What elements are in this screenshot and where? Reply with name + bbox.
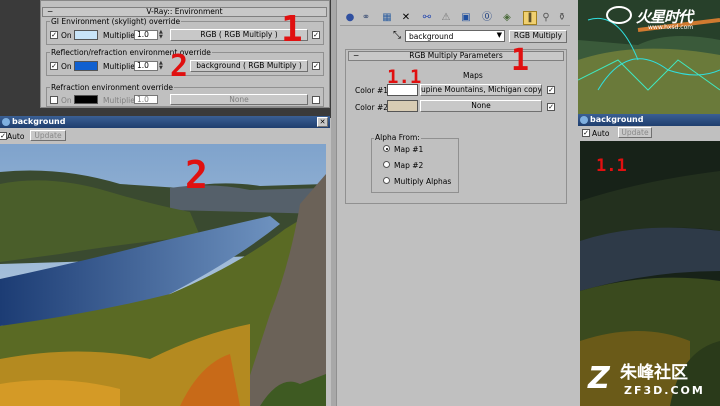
hxsd-url: www.hxsd.com [648, 24, 694, 31]
refraction-group-label: Refraction environment override [50, 83, 174, 92]
app-icon [2, 118, 10, 126]
annotation-mark-1-right: 1 [511, 43, 530, 78]
color2-map-button[interactable]: None [420, 100, 542, 112]
app-icon [580, 116, 588, 124]
alpha-option-1: Map #1 [394, 145, 424, 154]
right-auto-checkbox[interactable]: ✓ [582, 129, 590, 137]
pick-material-icon[interactable]: ⤡ [391, 30, 403, 42]
refraction-multiplier-input[interactable]: 1.0 [134, 95, 158, 104]
color1-label: Color #1: [355, 86, 391, 95]
put-to-scene-icon[interactable]: ⚭ [360, 12, 372, 24]
color2-label: Color #2: [355, 103, 391, 112]
make-unique-icon[interactable]: ⚠ [440, 12, 452, 24]
viewport-3d[interactable]: 火星时代 www.hxsd.com [578, 0, 720, 114]
reflection-multiplier-input[interactable]: 1.0 [134, 61, 158, 71]
alpha-multiply-radio[interactable] [383, 177, 390, 184]
zf3d-logo-text: 朱峰社区 [620, 363, 688, 383]
watermark-hxsd-logo: 火星时代 www.hxsd.com [606, 4, 716, 32]
gi-color-swatch[interactable] [74, 30, 98, 40]
landscape-image [0, 144, 326, 406]
right-viewer-title: background [590, 115, 644, 124]
reflection-map-checkbox[interactable]: ✓ [312, 62, 320, 70]
zf3d-z-emblem: Z [588, 361, 610, 396]
show-end-result-icon[interactable]: ‖ [523, 11, 537, 25]
gi-on-checkbox[interactable]: ✓ [50, 31, 58, 39]
annotation-mark-1-top: 1 [281, 9, 303, 50]
maps-label: Maps [463, 71, 483, 80]
annotation-mark-2-image: 2 [185, 153, 208, 197]
right-viewer-titlebar: background [578, 114, 720, 126]
right-auto-label: Auto [592, 129, 610, 138]
rollup-title: V-Ray:: Environment [146, 7, 223, 16]
collapse-icon: − [47, 7, 54, 16]
refraction-on-label: On [61, 96, 72, 105]
show-map-icon[interactable]: ◈ [501, 12, 513, 24]
put-to-library-icon[interactable]: ▣ [460, 12, 472, 24]
color2-map-checkbox[interactable]: ✓ [547, 103, 555, 111]
go-to-parent-icon[interactable]: ⚲ [540, 12, 552, 24]
alpha-map2-radio[interactable] [383, 161, 390, 168]
chevron-down-icon: ▼ [496, 31, 502, 39]
color2-swatch[interactable] [387, 100, 418, 112]
reflection-color-swatch[interactable] [74, 61, 98, 71]
zf3d-url: ZF3D.COM [624, 384, 705, 397]
refraction-map-button[interactable]: None [170, 94, 308, 105]
get-material-icon[interactable]: ● [344, 12, 356, 24]
watermark-zf3d: Z 朱峰社区 ZF3D.COM [588, 360, 718, 404]
editor-scrollbar[interactable] [331, 0, 336, 406]
go-forward-icon[interactable]: ⚱ [556, 12, 568, 24]
left-viewer-titlebar: background [0, 116, 330, 128]
left-auto-label: Auto [7, 132, 25, 141]
params-title: RGB Multiply Parameters [409, 51, 503, 60]
annotation-mark-11-viewer: 1.1 [596, 156, 627, 176]
close-button[interactable]: ✕ [317, 117, 328, 127]
collapse-icon: − [353, 51, 360, 60]
gi-on-label: On [61, 31, 72, 40]
reflection-on-label: On [61, 62, 72, 71]
refraction-on-checkbox[interactable] [50, 96, 58, 104]
gi-multiplier-input[interactable]: 1.0 [134, 30, 158, 40]
annotation-mark-2-mid: 2 [170, 49, 189, 84]
landscape-image-drawing [0, 144, 326, 406]
gi-multiplier-spinner[interactable]: ▲ ▼ [159, 30, 164, 40]
map-type-button[interactable]: RGB Multiply [509, 30, 567, 43]
gi-group-label: GI Environment (skylight) override [50, 17, 182, 26]
reflection-on-checkbox[interactable]: ✓ [50, 62, 58, 70]
reflection-map-button[interactable]: background ( RGB Multiply ) [190, 60, 308, 72]
refraction-map-checkbox[interactable] [312, 96, 320, 104]
assign-material-icon[interactable]: ▦ [381, 12, 393, 24]
hxsd-emblem [606, 6, 632, 24]
annotation-mark-11-color: 1.1 [387, 66, 422, 88]
rgb-multiply-params-header[interactable]: − RGB Multiply Parameters [348, 51, 564, 61]
color1-map-button[interactable]: upine Mountains, Michigan copy.jpg) [420, 84, 542, 96]
alpha-map1-radio[interactable] [383, 145, 390, 152]
material-id-icon[interactable]: ⓪ [481, 12, 493, 24]
color1-map-checkbox[interactable]: ✓ [547, 86, 555, 94]
reflection-multiplier-spinner[interactable]: ▲ ▼ [159, 61, 164, 71]
alpha-option-3: Multiply Alphas [394, 177, 452, 186]
alpha-option-2: Map #2 [394, 161, 424, 170]
alpha-from-label: Alpha From: [374, 133, 421, 142]
left-viewer-title: background [12, 117, 66, 126]
copy-material-icon[interactable]: ⚯ [421, 12, 433, 24]
right-update-button[interactable]: Update [618, 127, 652, 138]
left-auto-checkbox[interactable]: ✓ [0, 132, 7, 140]
refraction-color-swatch[interactable] [74, 95, 98, 104]
gi-map-checkbox[interactable]: ✓ [312, 31, 320, 39]
map-name-value: background [409, 32, 454, 41]
reset-map-icon[interactable]: ✕ [400, 12, 412, 24]
left-update-button[interactable]: Update [30, 130, 66, 141]
map-name-dropdown[interactable]: background ▼ [405, 30, 505, 42]
left-viewer-window: background ✕ ✓ Auto Update [0, 116, 330, 406]
